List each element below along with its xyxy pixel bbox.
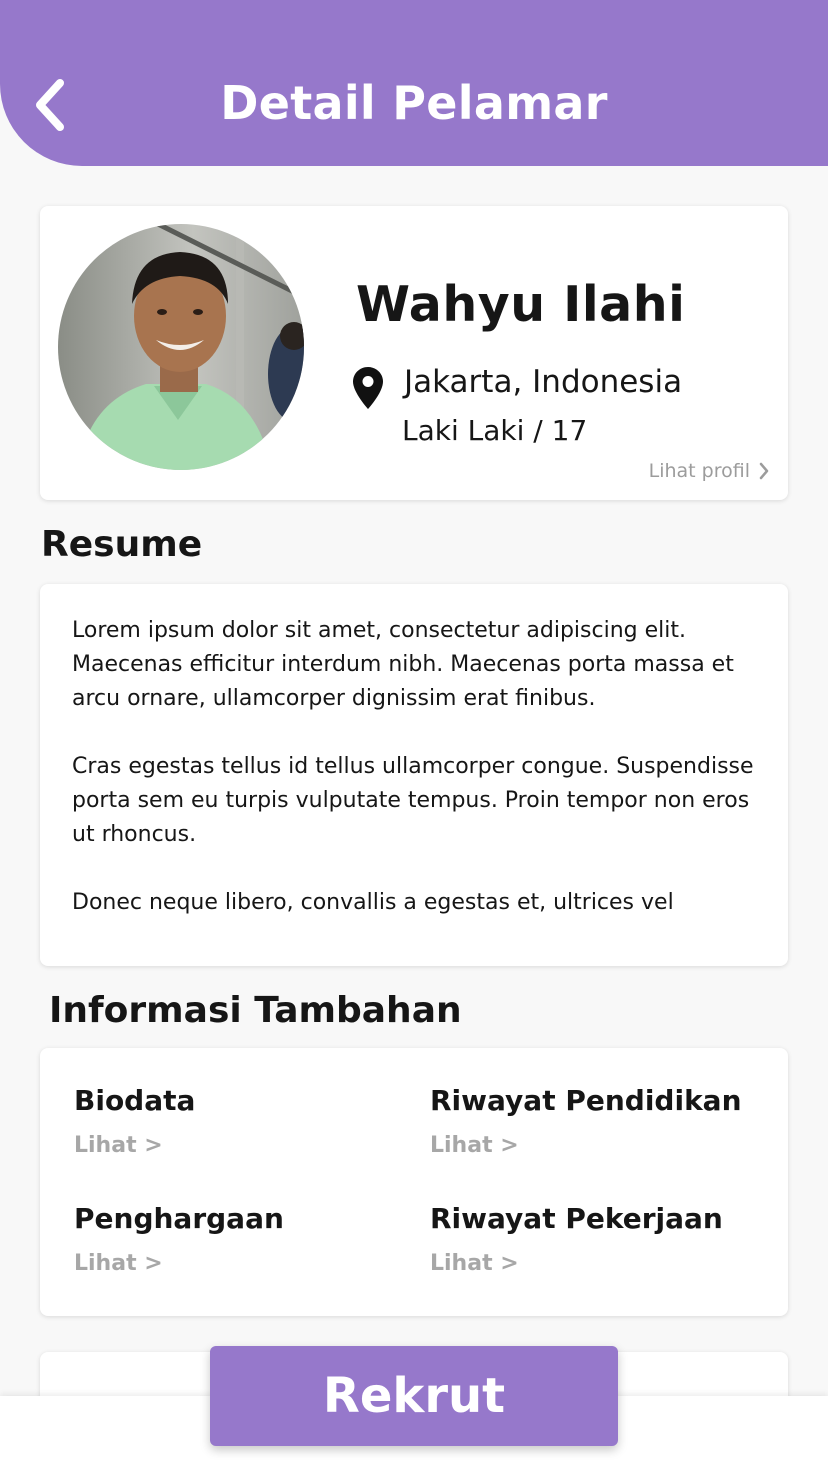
- resume-paragraph: Lorem ipsum dolor sit amet, consectetur …: [72, 618, 734, 711]
- applicant-gender-age: Laki Laki / 17: [402, 414, 588, 447]
- resume-text: Lorem ipsum dolor sit amet, consectetur …: [72, 614, 762, 954]
- view-biodata-link[interactable]: Lihat >: [74, 1133, 163, 1158]
- view-awards-link[interactable]: Lihat >: [74, 1251, 163, 1276]
- chevron-right-icon: [759, 462, 769, 480]
- recruit-button[interactable]: Rekrut: [210, 1346, 618, 1446]
- resume-card: Lorem ipsum dolor sit amet, consectetur …: [40, 584, 788, 966]
- view-profile-label: Lihat profil: [648, 460, 750, 482]
- header-bar: Detail Pelamar: [0, 0, 828, 166]
- resume-section-title: Resume: [41, 524, 203, 565]
- applicant-location: Jakarta, Indonesia: [404, 364, 683, 400]
- page-title: Detail Pelamar: [220, 76, 608, 130]
- info-item-education-history: Riwayat Pendidikan Lihat >: [430, 1084, 742, 1158]
- resume-paragraph: Cras egestas tellus id tellus ullamcorpe…: [72, 754, 754, 847]
- info-label: Riwayat Pendidikan: [430, 1084, 742, 1117]
- app-screen: Detail Pelamar Wahyu Ilahi Jakarta, Indo…: [0, 0, 828, 1472]
- info-item-work-history: Riwayat Pekerjaan Lihat >: [430, 1202, 723, 1276]
- view-profile-link[interactable]: Lihat profil: [649, 460, 770, 482]
- info-label: Biodata: [74, 1084, 196, 1117]
- avatar: [58, 224, 304, 470]
- applicant-name: Wahyu Ilahi: [356, 276, 686, 333]
- info-label: Penghargaan: [74, 1202, 284, 1235]
- view-education-link[interactable]: Lihat >: [430, 1133, 519, 1158]
- additional-info-card: Biodata Lihat > Riwayat Pendidikan Lihat…: [40, 1048, 788, 1316]
- resume-paragraph: Donec neque libero, convallis a egestas …: [72, 890, 674, 915]
- info-item-awards: Penghargaan Lihat >: [74, 1202, 284, 1276]
- additional-info-title: Informasi Tambahan: [49, 990, 462, 1031]
- info-label: Riwayat Pekerjaan: [430, 1202, 723, 1235]
- map-pin-icon: [353, 367, 383, 409]
- profile-card: Wahyu Ilahi Jakarta, Indonesia Laki Laki…: [40, 206, 788, 500]
- info-item-biodata: Biodata Lihat >: [74, 1084, 195, 1158]
- view-work-history-link[interactable]: Lihat >: [430, 1251, 519, 1276]
